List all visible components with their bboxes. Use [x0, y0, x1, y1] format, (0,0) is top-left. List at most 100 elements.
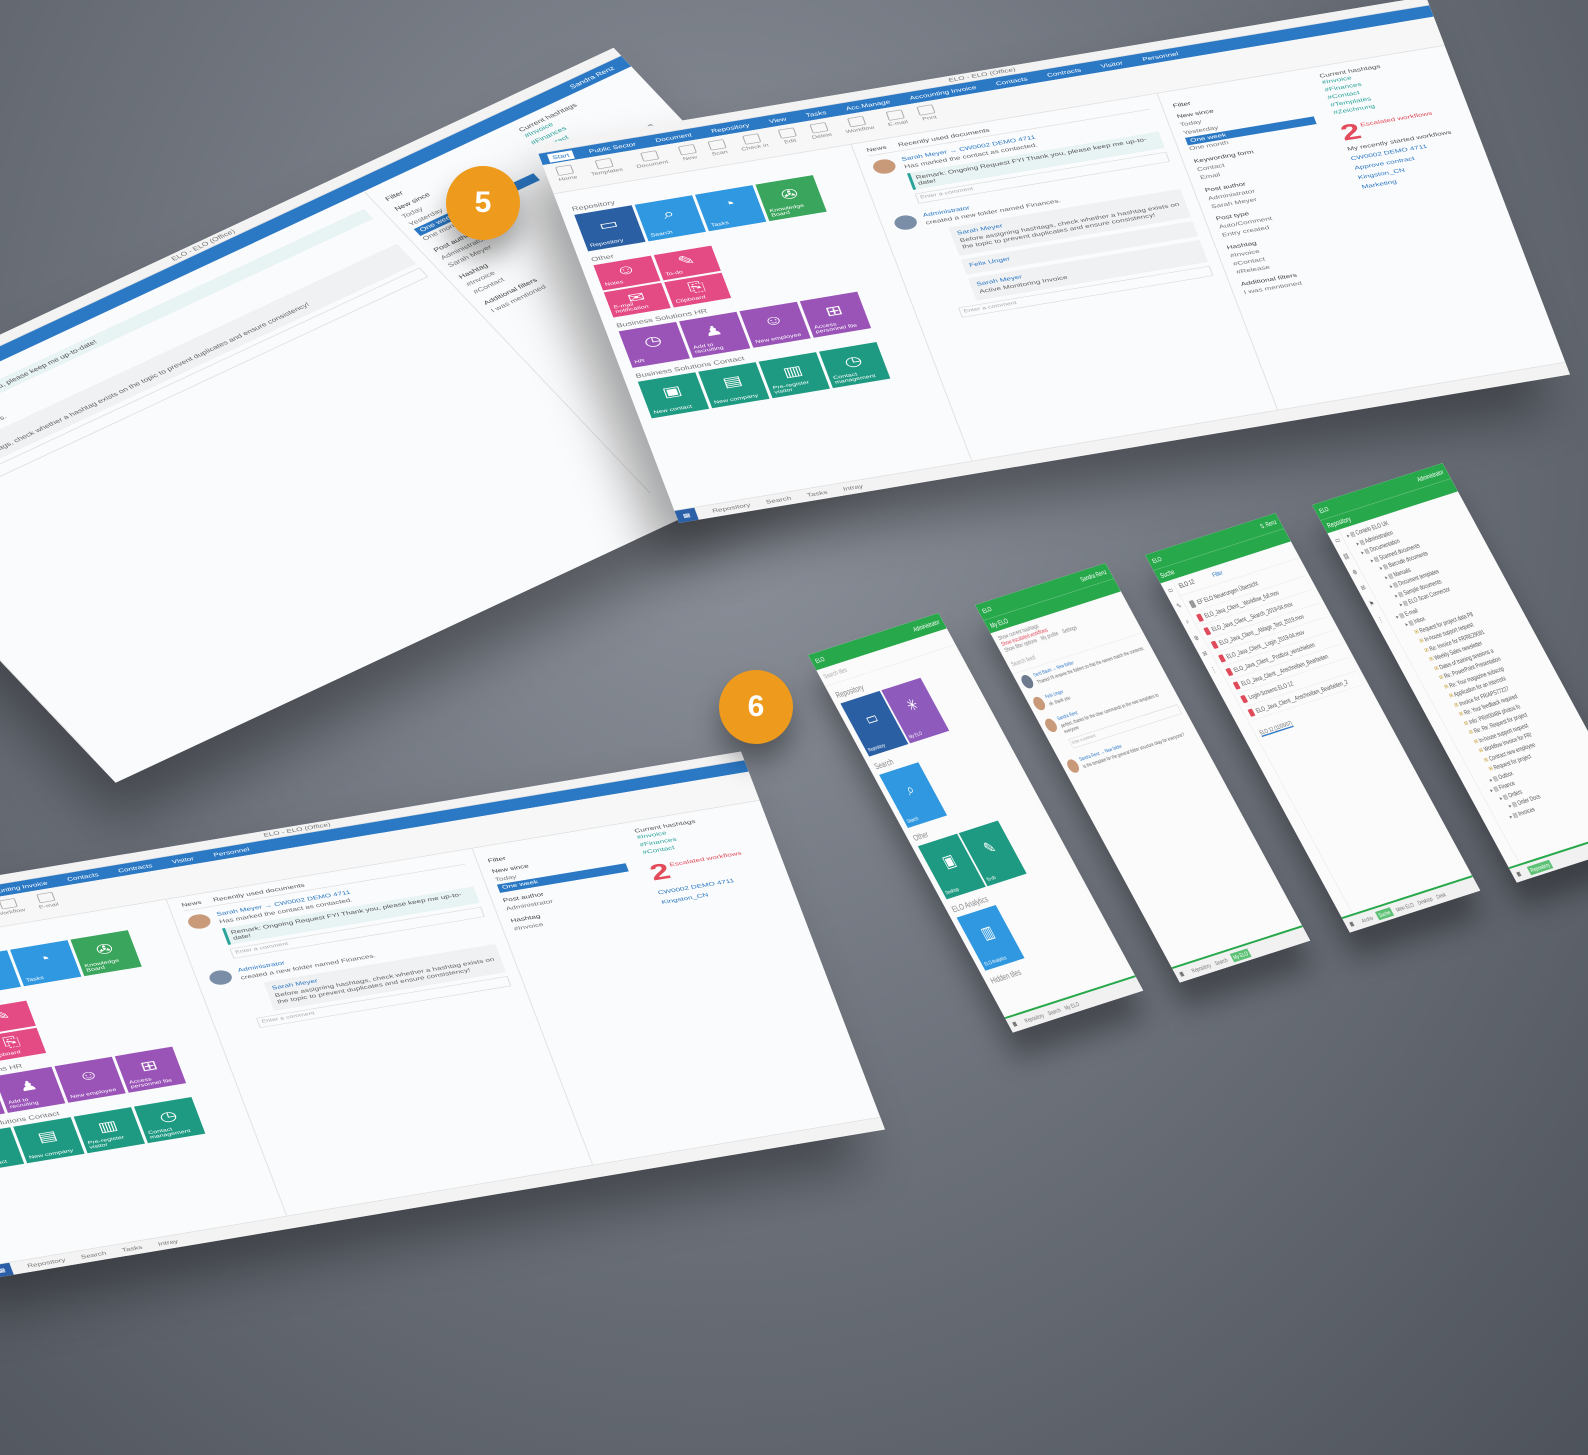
ribbon-button-home[interactable]: Home: [554, 164, 580, 188]
status-repository[interactable]: Repository: [26, 1257, 66, 1269]
nav-repository[interactable]: Repository: [1023, 1012, 1045, 1024]
tile-label: New employee: [69, 1087, 118, 1100]
tile-knowledge-board[interactable]: ✇ Knowledge Board: [70, 930, 142, 977]
tile-add-to-recruiting[interactable]: ♟ Add to recruiting: [0, 1066, 66, 1113]
tile-label: Knowledge Board: [83, 958, 120, 974]
tile-access-personnel-file[interactable]: ⊞ Access personnel file: [114, 1046, 187, 1093]
bottom-nav: ▦ Repository Search My ELO: [1171, 925, 1311, 983]
tile-label: Add to recruiting: [692, 342, 725, 355]
nav-desk[interactable]: Desk: [1435, 891, 1447, 900]
tile-icon: ▭: [861, 707, 882, 729]
print-icon: [916, 104, 937, 116]
edit-icon[interactable]: ✎: [1175, 602, 1183, 610]
ribbon-button-scan[interactable]: Scan: [706, 139, 731, 162]
tile-tasks[interactable]: ◔ Tasks: [695, 185, 767, 232]
nav-my-elo[interactable]: My ELO: [1229, 948, 1252, 963]
mail-icon[interactable]: ✉: [1201, 649, 1209, 658]
more-icon[interactable]: ⋮: [1209, 665, 1218, 675]
tile-new-contact[interactable]: ▣ New contact: [637, 372, 710, 419]
ribbon-button-workflow[interactable]: Workflow: [841, 115, 877, 141]
folder-icon[interactable]: ▤: [1342, 551, 1350, 561]
ribbon-button-document[interactable]: Document: [632, 149, 672, 175]
tile-search[interactable]: ⌕ Search: [634, 195, 706, 242]
status-search[interactable]: Search: [765, 495, 792, 505]
apps-grid-icon[interactable]: ▦: [1509, 865, 1528, 883]
tile-icon: ⌕: [660, 206, 677, 223]
ribbon-button-delete[interactable]: Delete: [807, 122, 835, 146]
apps-grid-icon[interactable]: ▦: [0, 1262, 14, 1278]
document-icon[interactable]: ▭: [1166, 586, 1174, 595]
nav-my-elo[interactable]: My ELO: [1063, 1000, 1080, 1010]
tile-label: Pre-register visitor: [772, 380, 811, 396]
desktop-client-preview-top: ELO - ELO (Office) Start Public Sector D…: [535, 0, 1570, 523]
filter-button[interactable]: Filter: [1211, 569, 1224, 579]
step-badge-6: 6: [719, 670, 793, 744]
apps-grid-icon[interactable]: ▦: [1005, 1015, 1024, 1033]
nav-repository[interactable]: Repository: [1526, 859, 1554, 875]
tile-new-employee[interactable]: ☺ New employee: [739, 301, 811, 348]
add-icon[interactable]: ⊕: [1192, 633, 1201, 642]
tile-icon: ◷: [641, 333, 665, 350]
ribbon-button-check-in[interactable]: Check in: [737, 132, 772, 157]
tile-add-to-recruiting[interactable]: ♟ Add to recruiting: [679, 311, 751, 358]
tab-news[interactable]: News: [181, 899, 203, 908]
apps-grid-icon[interactable]: ▦: [1172, 965, 1191, 983]
more-icon[interactable]: ⋮: [1376, 615, 1385, 625]
tile-icon: ▥: [96, 1118, 121, 1136]
tab-news[interactable]: News: [866, 144, 888, 153]
status-tasks[interactable]: Tasks: [121, 1244, 143, 1253]
nav-archive[interactable]: Archiv: [1360, 914, 1374, 923]
tile-icon: ▣: [938, 850, 959, 872]
tile-label: Access personnel file: [813, 322, 858, 335]
tiles-search: ⌕ Search: [874, 735, 1033, 830]
tile-pre-register-visitor[interactable]: ▥ Pre-register visitor: [73, 1107, 145, 1154]
document-icon[interactable]: ▭: [1333, 536, 1341, 545]
apps-grid-icon[interactable]: ▦: [674, 507, 699, 523]
workflow-icon[interactable]: ⚑: [1368, 599, 1376, 608]
tile-access-personnel-file[interactable]: ⊞ Access personnel file: [799, 291, 872, 338]
status-intray[interactable]: Intray: [842, 483, 864, 492]
status-search[interactable]: Search: [80, 1250, 107, 1260]
avatar: [207, 968, 235, 987]
workflow-icon: [0, 898, 18, 910]
status-repository[interactable]: Repository: [711, 502, 751, 514]
tile-hr[interactable]: ◷ HR: [618, 321, 690, 368]
ribbon-button-print[interactable]: Print: [916, 104, 941, 127]
nav-my-elo[interactable]: Mein ELO: [1394, 901, 1415, 913]
tile-icon: ✎: [0, 1007, 13, 1025]
tile-knowledge-board[interactable]: ✇ Knowledge Board: [755, 175, 827, 222]
ribbon-button-edit[interactable]: Edit: [777, 127, 801, 150]
add-icon[interactable]: ⊕: [1351, 568, 1359, 576]
ribbon-button-new[interactable]: New: [677, 144, 701, 167]
tile-new-employee[interactable]: ☺ New employee: [54, 1056, 126, 1103]
nav-search[interactable]: Suche: [1374, 907, 1394, 921]
tile-analytics[interactable]: ▥ ELO Analytics: [956, 905, 1025, 971]
tile-contact-management[interactable]: ◷ Contact management: [134, 1097, 206, 1144]
avatar: [870, 157, 898, 176]
user-name[interactable]: S. Renz: [1259, 519, 1278, 530]
ribbon-button-workflow[interactable]: Workflow: [0, 897, 28, 923]
nav-search[interactable]: Search: [1213, 956, 1229, 966]
tile-contact-management[interactable]: ◷ Contact management: [819, 342, 891, 389]
tile-clipboard[interactable]: ⎘ Clipboard: [0, 1027, 47, 1063]
tile-label: Search: [649, 230, 674, 239]
tile-pre-register-visitor[interactable]: ▥ Pre-register visitor: [758, 352, 830, 399]
nav-desktop[interactable]: Desktop: [1416, 895, 1434, 906]
search-chip[interactable]: ELO 12 (11/05/07): [1258, 719, 1295, 737]
tile-search[interactable]: ⌕ Search: [879, 762, 948, 828]
nav-search[interactable]: Search: [1046, 1006, 1062, 1016]
file-icon: [1240, 694, 1249, 704]
tile-tasks[interactable]: ◔ Tasks: [10, 940, 82, 987]
tile-new-company[interactable]: ▤ New company: [698, 362, 770, 409]
ribbon-button-templates[interactable]: Templates: [586, 157, 626, 183]
ribbon-button-email[interactable]: E-mail: [34, 891, 62, 915]
tile-repository[interactable]: ▭ Repository: [574, 205, 646, 252]
apps-grid-icon[interactable]: ▦: [1342, 915, 1361, 933]
nav-repository[interactable]: Repository: [1190, 962, 1212, 974]
tile-new-company[interactable]: ▤ New company: [13, 1117, 85, 1164]
status-tasks[interactable]: Tasks: [806, 489, 828, 498]
ribbon-button-email[interactable]: E-mail: [883, 109, 911, 133]
status-intray[interactable]: Intray: [157, 1238, 179, 1247]
search-icon[interactable]: ⌕: [1184, 618, 1191, 627]
mail-icon[interactable]: ✉: [1359, 583, 1368, 592]
